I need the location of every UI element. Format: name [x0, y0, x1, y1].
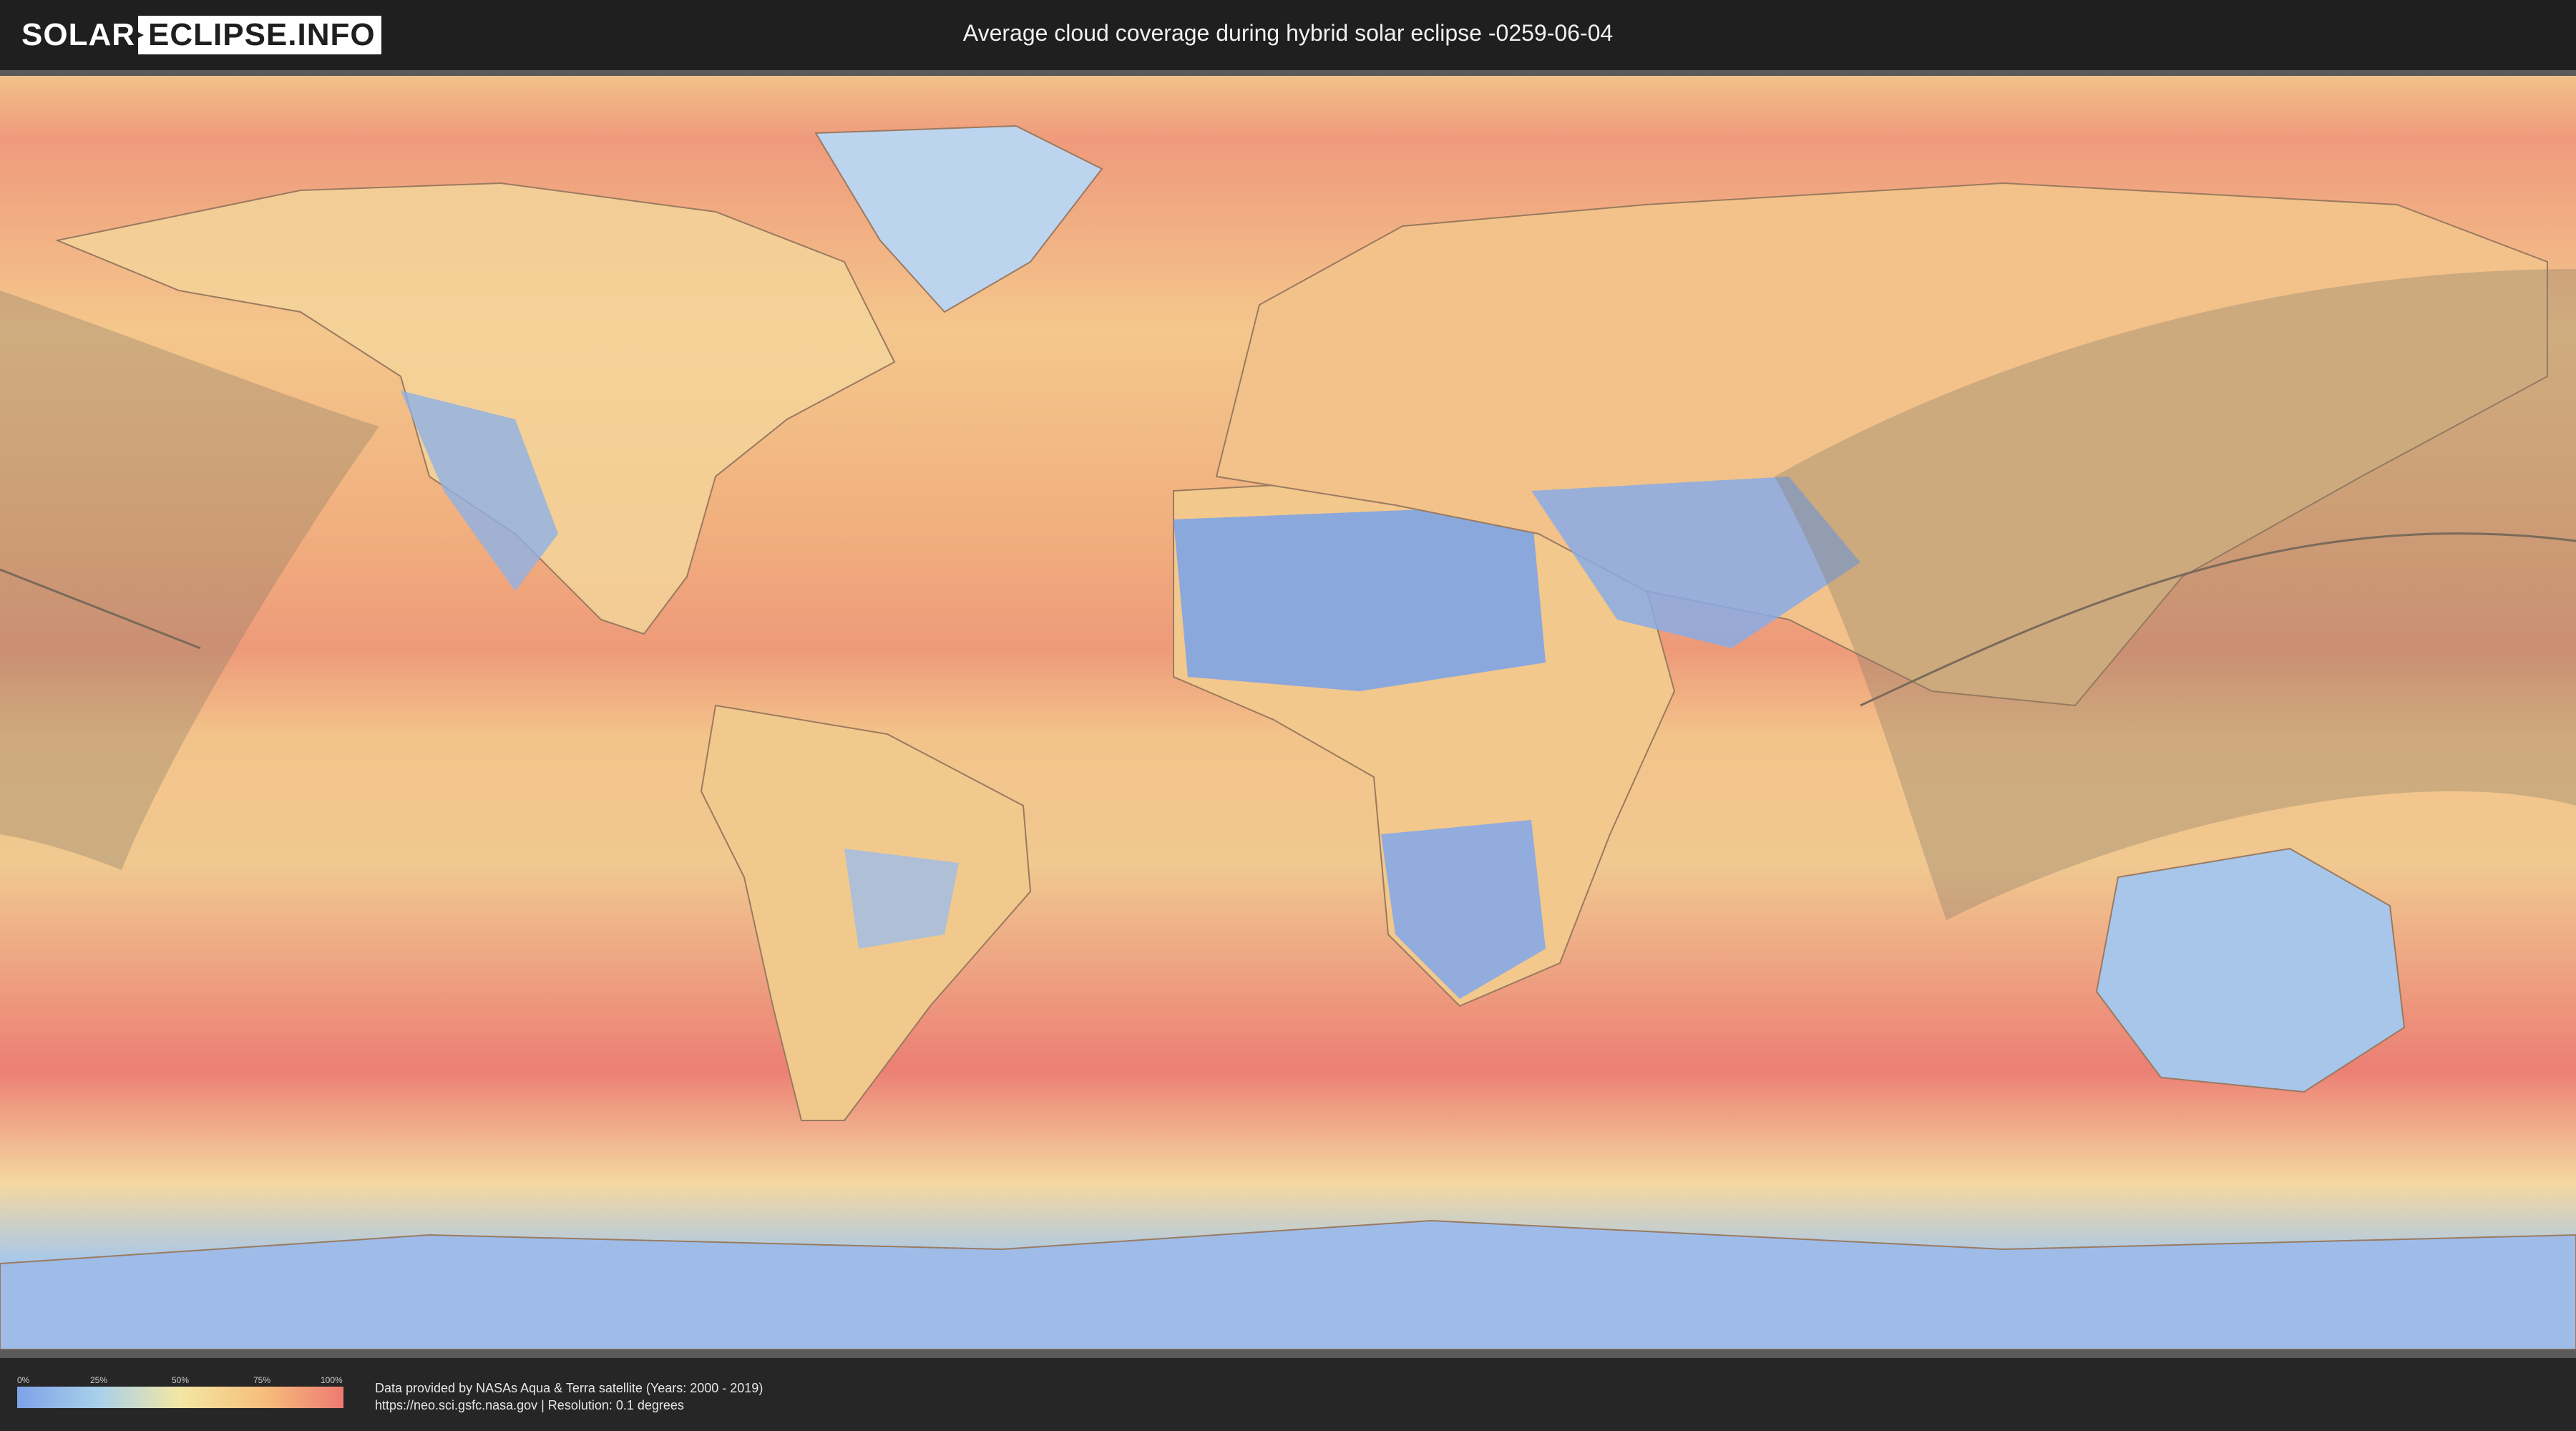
legend-tick-0: 0% — [17, 1375, 30, 1385]
legend-tick-50: 50% — [172, 1375, 190, 1385]
legend-tick-25: 25% — [90, 1375, 108, 1385]
footer-bar: 0% 25% 50% 75% 100% Data provided by NAS… — [0, 1358, 2576, 1431]
cloud-coverage-legend: 0% 25% 50% 75% 100% — [17, 1375, 343, 1408]
legend-tick-75: 75% — [253, 1375, 271, 1385]
legend-color-bar — [17, 1387, 343, 1408]
world-map-svg — [0, 76, 2576, 1349]
sahara-clear — [1174, 505, 1546, 691]
header-bar: SOLAR ECLIPSE.INFO Average cloud coverag… — [0, 0, 2576, 70]
credit-line-source: Data provided by NASAs Aqua & Terra sate… — [375, 1381, 763, 1395]
data-credit: Data provided by NASAs Aqua & Terra sate… — [375, 1379, 763, 1414]
page-title: Average cloud coverage during hybrid sol… — [962, 20, 1614, 46]
legend-tick-100: 100% — [321, 1375, 343, 1385]
cloud-coverage-map[interactable] — [0, 70, 2576, 1358]
south-america-clear — [844, 849, 959, 949]
credit-line-url: https://neo.sci.gsfc.nasa.gov | Resoluti… — [375, 1398, 684, 1412]
legend-ticks: 0% 25% 50% 75% 100% — [17, 1375, 343, 1387]
